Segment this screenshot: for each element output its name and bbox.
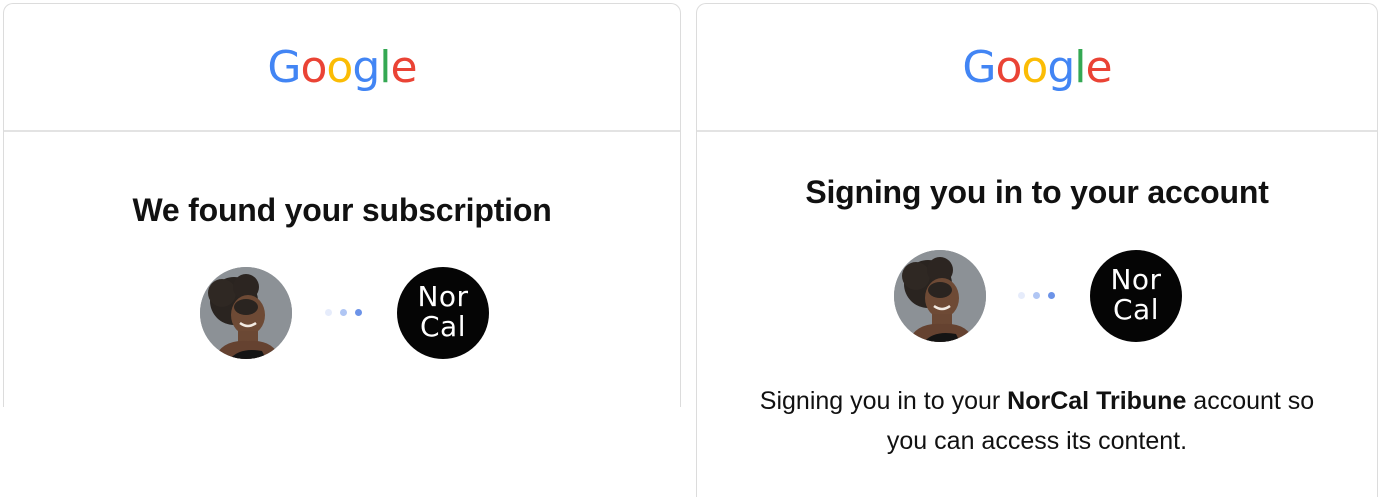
user-avatar (894, 250, 986, 342)
google-logo-letter: o (995, 42, 1023, 93)
user-avatar-icon (200, 267, 292, 359)
card-title: Signing you in to your account (805, 174, 1269, 210)
loading-dot (325, 309, 332, 316)
brand-badge-line: Nor (1110, 263, 1162, 296)
loading-dot (1048, 292, 1055, 299)
google-logo-letter: o (326, 42, 353, 93)
norcal-brand-badge: Nor Cal (397, 267, 489, 359)
account-link-row: Nor Cal (4, 267, 680, 359)
brand-badge-line: Cal (420, 310, 466, 343)
loading-dots-icon (1018, 292, 1058, 300)
loading-dot (1018, 292, 1025, 299)
google-logo-letter: e (1085, 42, 1113, 93)
google-logo: Google (697, 42, 1377, 94)
sign-in-message-prefix: Signing you in to your (759, 387, 1008, 415)
loading-dot (355, 309, 362, 316)
google-logo: Google (4, 42, 680, 94)
subscription-found-card: Google We found your subscription Nor Ca… (3, 3, 681, 407)
screenshot-stage: Google We found your subscription Nor Ca… (0, 0, 1381, 497)
google-logo-letter: g (352, 42, 380, 93)
loading-dots-icon (325, 309, 365, 317)
publication-name: NorCal Tribune (1007, 387, 1187, 415)
brand-badge-line: Nor (417, 280, 469, 313)
signing-in-card: Google Signing you in to your account No… (696, 3, 1378, 497)
brand-badge-line: Cal (1113, 293, 1159, 326)
google-logo-letter: o (1021, 42, 1048, 93)
loading-dot (340, 309, 347, 316)
loading-dot (1033, 292, 1040, 299)
google-logo-letter: e (390, 42, 418, 93)
account-link-row: Nor Cal (697, 250, 1377, 342)
user-avatar (200, 267, 292, 359)
card-title: We found your subscription (132, 192, 552, 228)
norcal-brand-badge: Nor Cal (1090, 250, 1182, 342)
card-header: Google (697, 4, 1377, 132)
sign-in-message-suffix: account so (1186, 387, 1315, 415)
google-logo-letter: g (1047, 42, 1075, 93)
google-logo-letter: G (962, 42, 996, 93)
google-logo-letter: o (300, 42, 328, 93)
card-header: Google (4, 4, 680, 132)
user-avatar-icon (894, 250, 986, 342)
google-logo-letter: l (379, 42, 391, 93)
sign-in-message: Signing you in to your NorCal Tribune ac… (697, 381, 1377, 461)
google-logo-letter: G (267, 42, 301, 93)
google-logo-letter: l (1074, 42, 1086, 93)
sign-in-message-line2: you can access its content. (886, 427, 1188, 455)
